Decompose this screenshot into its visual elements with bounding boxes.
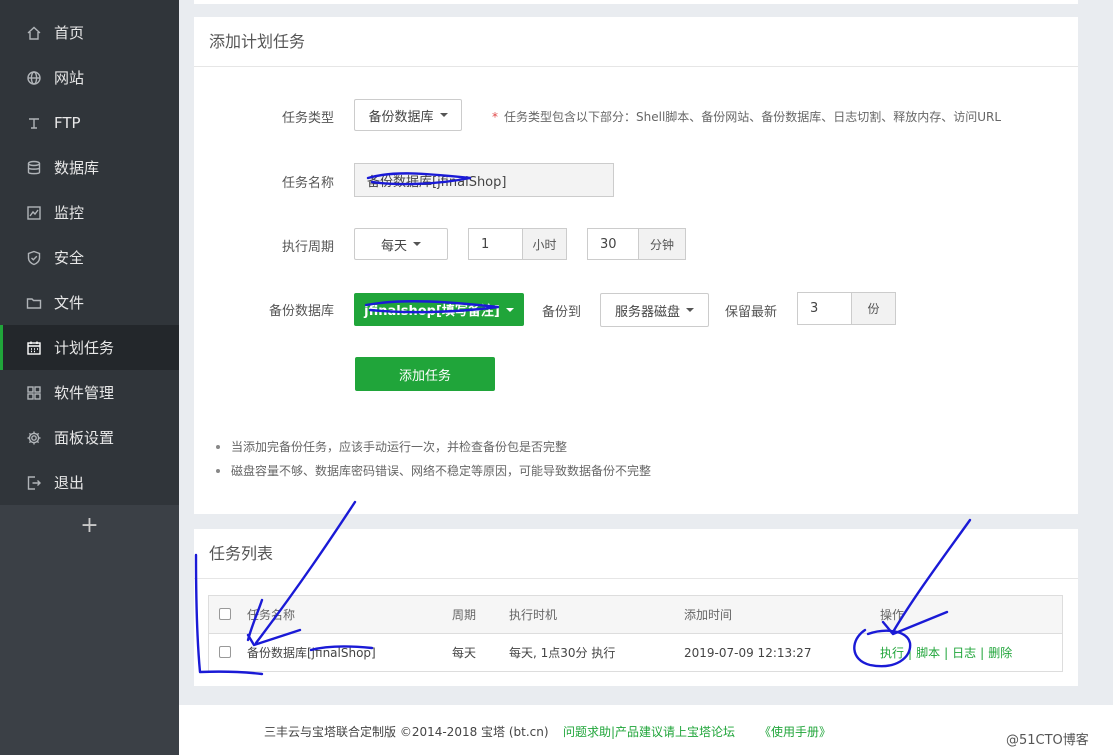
folder-icon [26,295,42,311]
watermark: @51CTO博客 [1006,733,1089,748]
row-period: 每天 [452,646,477,660]
sidebar-item-website[interactable]: 网站 [0,55,179,100]
sidebar-item-monitor[interactable]: 监控 [0,190,179,235]
add-task-button[interactable]: 添加任务 [355,357,495,391]
sidebar-item-home[interactable]: 首页 [0,10,179,55]
task-name-input[interactable]: 备份数据库[jfinalShop] [354,163,614,197]
sidebar-item-label: 面板设置 [54,429,115,447]
row-actions: 执行 | 脚本 | 日志 | 删除 [880,644,1013,661]
caret-down-icon [686,308,694,312]
hour-input[interactable]: 1 [468,228,523,260]
sidebar-item-files[interactable]: 文件 [0,280,179,325]
task-type-label: 任务类型 [281,111,334,126]
task-table: 任务名称 周期 执行时机 添加时间 操作 备份数据库[jfinalShop] 每… [208,595,1063,672]
keep-label: 保留最新 [724,305,777,320]
period-label: 执行周期 [281,240,334,255]
caret-down-icon [413,242,421,246]
period-dropdown[interactable]: 每天 [354,228,448,260]
task-list-panel: 任务列表 任务名称 周期 执行时机 添加时间 操作 备份数据库[jfinalSh… [194,529,1078,686]
sidebar-item-label: 安全 [54,249,85,267]
sidebar-item-label: 退出 [54,474,85,492]
row-task-name: 备份数据库[jfinalShop] [247,646,376,660]
col-task-name: 任务名称 [247,608,296,622]
footer-copyright: 三丰云与宝塔联合定制版 ©2014-2018 宝塔 (bt.cn) [264,725,549,739]
caret-down-icon [505,307,514,312]
tip-item: 当添加完备份任务，应该手动运行一次，并检查备份包是否完整 [214,435,651,459]
delete-link[interactable]: 删除 [988,644,1012,661]
table-row: 备份数据库[jfinalShop] 每天 每天, 1点30分 执行 2019-0… [209,634,1062,671]
sidebar-item-software[interactable]: 软件管理 [0,370,179,415]
logout-icon [26,475,42,491]
task-type-value: 备份数据库 [368,109,434,125]
task-type-hint: * 任务类型包含以下部分：Shell脚本、备份网站、备份数据库、日志切割、释放内存… [492,110,1002,124]
sidebar-add-button[interactable]: + [0,513,179,539]
row-timing: 每天, 1点30分 执行 [509,646,616,660]
keep-unit: 份 [852,292,896,325]
log-link[interactable]: 日志 [952,644,976,661]
home-icon [26,25,42,41]
sidebar: 首页 网站 FTP 数据库 监控 安全 文件 计划任务 软件管理 面板设置 退出 [0,0,179,505]
task-type-dropdown[interactable]: 备份数据库 [354,99,462,131]
table-header: 任务名称 周期 执行时机 添加时间 操作 [209,596,1062,634]
task-name-label: 任务名称 [281,176,334,191]
sidebar-item-ftp[interactable]: FTP [0,100,179,145]
col-actions: 操作 [880,608,905,622]
add-task-title: 添加计划任务 [194,17,1078,67]
footer-help-link[interactable]: 问题求助|产品建议请上宝塔论坛 [563,723,735,740]
sidebar-footer [0,505,179,755]
sidebar-item-label: 数据库 [54,159,100,177]
gear-icon [26,430,42,446]
previous-panel-edge [194,0,1078,4]
caret-down-icon [439,113,448,117]
minute-input[interactable]: 30 [587,228,639,260]
sidebar-item-settings[interactable]: 面板设置 [0,415,179,460]
backup-to-dropdown[interactable]: 服务器磁盘 [600,293,709,327]
task-list-title: 任务列表 [194,529,1078,579]
calendar-icon [26,340,42,356]
required-star-icon: * [492,110,498,124]
sidebar-item-label: 监控 [54,204,85,222]
sidebar-item-label: 计划任务 [54,339,115,357]
sidebar-item-cron[interactable]: 计划任务 [0,325,179,370]
monitor-icon [26,205,42,221]
col-added-time: 添加时间 [684,608,733,622]
footer-manual-link[interactable]: 《使用手册》 [759,723,831,740]
ftp-icon [26,115,42,131]
row-checkbox[interactable] [219,646,231,658]
sidebar-item-security[interactable]: 安全 [0,235,179,280]
row-added-time: 2019-07-09 12:13:27 [684,645,812,660]
shield-icon [26,250,42,266]
tips-list: 当添加完备份任务，应该手动运行一次，并检查备份包是否完整 磁盘容量不够、数据库密… [214,435,651,483]
add-task-panel: 添加计划任务 任务类型 备份数据库 * 任务类型包含以下部分：Shell脚本、备份… [194,17,1078,514]
hour-unit: 小时 [523,228,567,260]
run-link[interactable]: 执行 [880,644,904,661]
sidebar-item-label: 网站 [54,69,85,87]
col-period: 周期 [452,608,477,622]
sidebar-item-label: FTP [54,113,81,132]
page-footer: 三丰云与宝塔联合定制版 ©2014-2018 宝塔 (bt.cn) 问题求助|产… [179,705,1113,755]
col-timing: 执行时机 [509,608,558,622]
keep-count-input[interactable]: 3 [797,292,852,325]
sidebar-item-database[interactable]: 数据库 [0,145,179,190]
globe-icon [26,70,42,86]
backup-db-label: 备份数据库 [268,304,334,319]
select-all-checkbox[interactable] [219,608,231,620]
backup-to-label: 备份到 [541,305,581,320]
sidebar-item-logout[interactable]: 退出 [0,460,179,505]
script-link[interactable]: 脚本 [916,644,940,661]
tip-item: 磁盘容量不够、数据库密码错误、网络不稳定等原因，可能导致数据备份不完整 [214,459,651,483]
minute-unit: 分钟 [639,228,686,260]
backup-db-dropdown[interactable]: jfinalshop[填写备注] [354,293,524,326]
apps-icon [26,385,42,401]
sidebar-item-label: 软件管理 [54,384,115,402]
sidebar-item-label: 首页 [54,24,85,42]
database-icon [26,160,42,176]
sidebar-item-label: 文件 [54,294,85,312]
